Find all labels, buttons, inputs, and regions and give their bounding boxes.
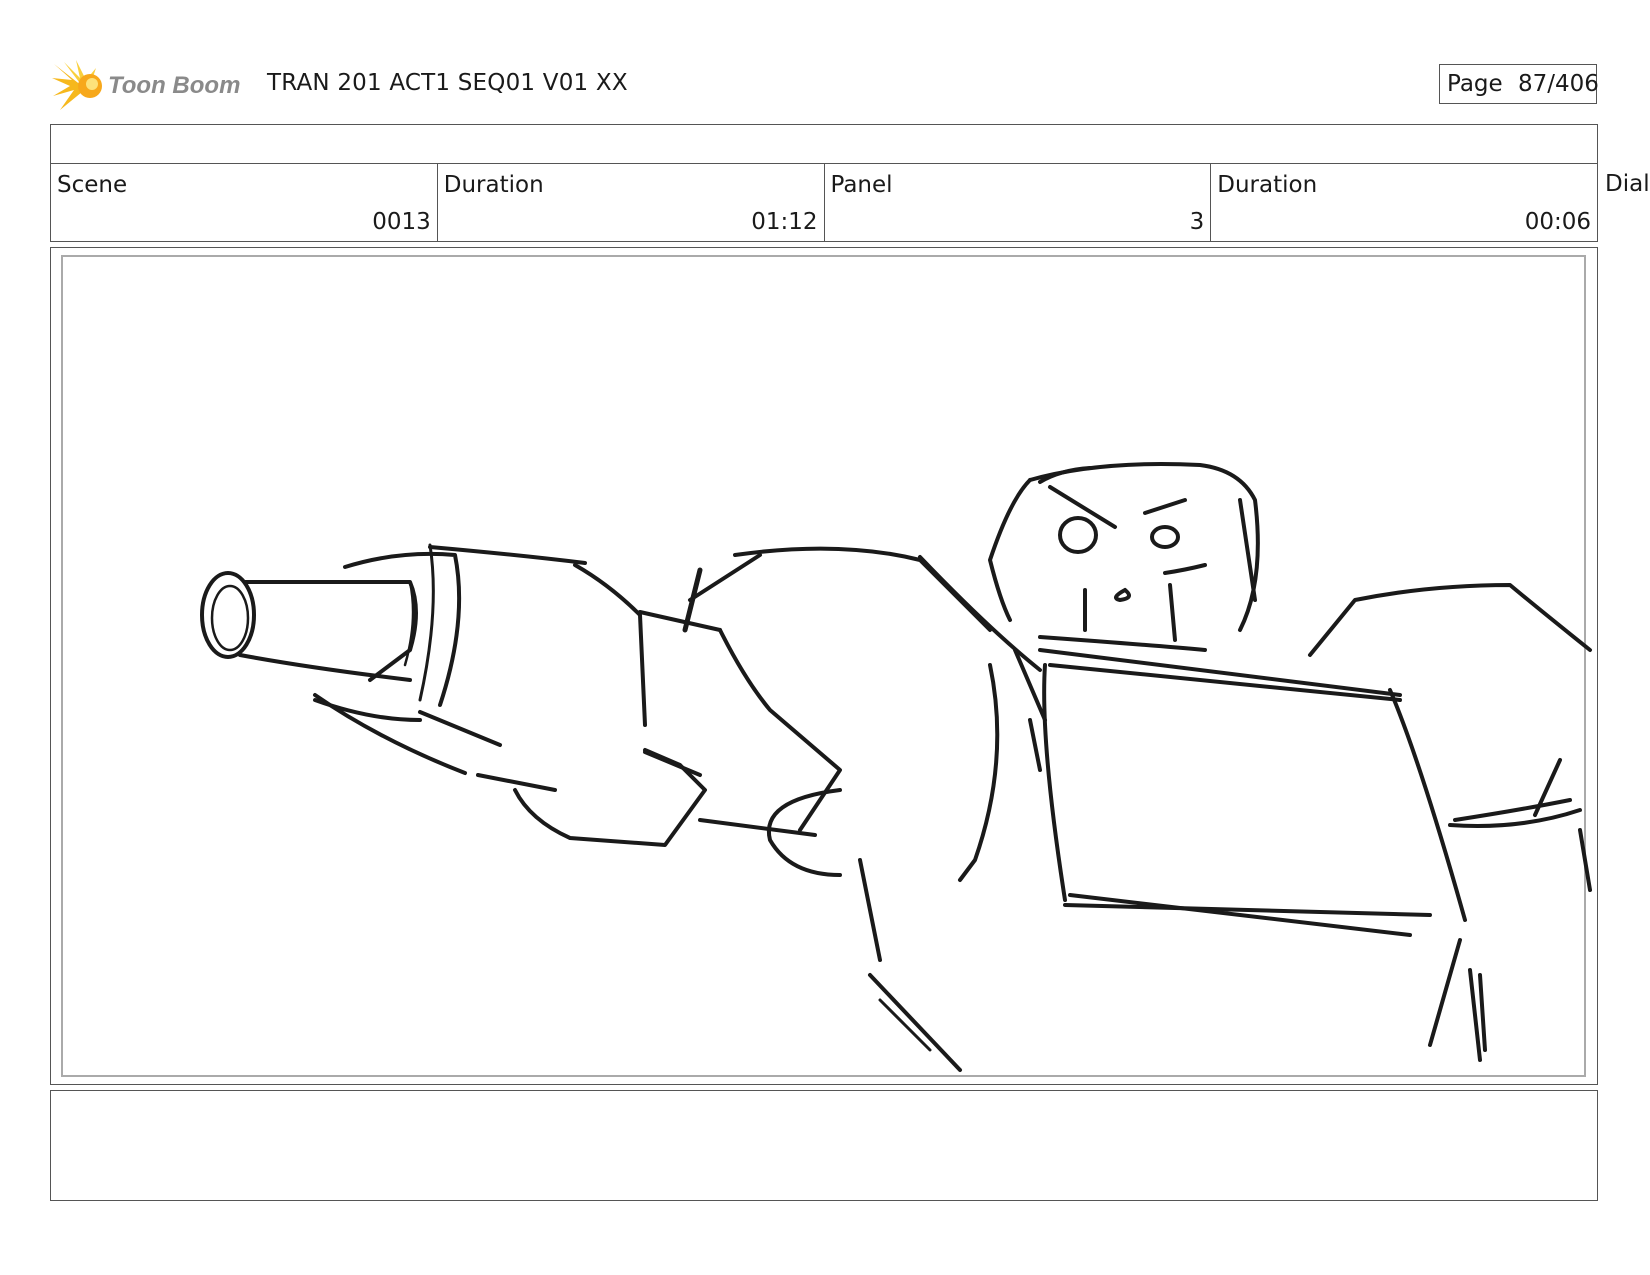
info-row: Scene 0013 Duration 01:12 Panel 3 Durati… <box>50 163 1598 242</box>
page-indicator: Page 87/406 <box>1439 64 1599 104</box>
scene-duration-cell: Duration 01:12 <box>438 164 825 241</box>
scene-duration-value: 01:12 <box>751 209 818 235</box>
panel-duration-value: 00:06 <box>1524 209 1591 235</box>
panel-value: 3 <box>1189 209 1205 235</box>
page-label: Page <box>1447 71 1503 97</box>
notes-box <box>50 1090 1598 1201</box>
scene-value: 0013 <box>372 209 431 235</box>
scene-cell: Scene 0013 <box>51 164 438 241</box>
scene-duration-label: Duration <box>443 172 544 198</box>
dialogue-label-cutoff: Dialo <box>1605 171 1650 197</box>
document-title: TRAN 201 ACT1 SEQ01 V01 XX <box>267 70 628 96</box>
panel-image-area <box>61 255 1586 1077</box>
logo-text: Toon Boom <box>108 72 240 99</box>
panel-label: Panel <box>830 172 893 198</box>
panel-cell: Panel 3 <box>825 164 1212 241</box>
panel-duration-label: Duration <box>1217 172 1318 198</box>
starburst-icon <box>52 60 102 110</box>
panel-duration-cell: Duration 00:06 <box>1211 164 1597 241</box>
toon-boom-logo: Toon Boom <box>52 60 240 110</box>
header-band <box>50 124 1598 164</box>
scene-label: Scene <box>57 172 128 198</box>
page-value: 87/406 <box>1518 71 1599 97</box>
